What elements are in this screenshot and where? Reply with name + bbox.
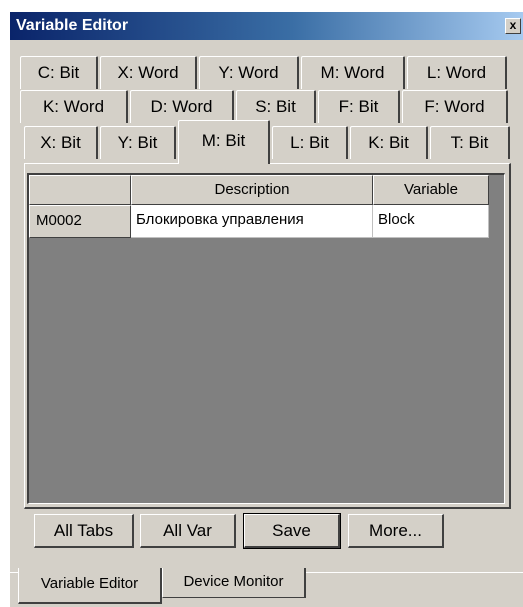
variable-grid[interactable]: Description Variable M0002 Блокировка уп… bbox=[27, 173, 505, 504]
variable-editor-window: Variable Editor x C: Bit X: Word Y: Word… bbox=[10, 12, 523, 607]
title-bar[interactable]: Variable Editor x bbox=[10, 12, 523, 40]
corner-header bbox=[29, 175, 131, 205]
bottom-tab-device-monitor[interactable]: Device Monitor bbox=[162, 568, 306, 598]
tab-k-bit[interactable]: K: Bit bbox=[350, 126, 428, 159]
bottom-tab-variable-editor[interactable]: Variable Editor bbox=[18, 568, 162, 604]
description-column-header[interactable]: Description bbox=[131, 175, 373, 205]
tab-m-bit[interactable]: M: Bit bbox=[178, 120, 270, 164]
save-button[interactable]: Save bbox=[243, 513, 341, 549]
variable-cell[interactable]: Block bbox=[373, 205, 489, 238]
tab-t-bit[interactable]: T: Bit bbox=[430, 126, 510, 159]
tab-d-word[interactable]: D: Word bbox=[130, 90, 234, 123]
tab-y-bit[interactable]: Y: Bit bbox=[100, 126, 176, 159]
tab-x-word[interactable]: X: Word bbox=[100, 56, 197, 89]
close-button[interactable]: x bbox=[505, 18, 521, 34]
tab-y-word[interactable]: Y: Word bbox=[199, 56, 299, 89]
tab-k-word[interactable]: K: Word bbox=[20, 90, 128, 123]
row-header-m0002[interactable]: M0002 bbox=[29, 205, 131, 238]
tab-s-bit[interactable]: S: Bit bbox=[236, 90, 316, 123]
tab-f-bit[interactable]: F: Bit bbox=[318, 90, 400, 123]
tab-x-bit[interactable]: X: Bit bbox=[24, 126, 98, 159]
tab-l-word[interactable]: L: Word bbox=[407, 56, 507, 89]
tab-c-bit[interactable]: C: Bit bbox=[20, 56, 98, 89]
tab-l-bit[interactable]: L: Bit bbox=[272, 126, 348, 159]
variable-column-header[interactable]: Variable bbox=[373, 175, 489, 205]
more-button[interactable]: More... bbox=[348, 514, 444, 548]
tab-f-word[interactable]: F: Word bbox=[402, 90, 508, 123]
all-tabs-button[interactable]: All Tabs bbox=[34, 514, 134, 548]
all-var-button[interactable]: All Var bbox=[140, 514, 236, 548]
tab-m-word[interactable]: M: Word bbox=[301, 56, 405, 89]
window-title: Variable Editor bbox=[16, 17, 129, 34]
description-cell[interactable]: Блокировка управления bbox=[131, 205, 373, 238]
